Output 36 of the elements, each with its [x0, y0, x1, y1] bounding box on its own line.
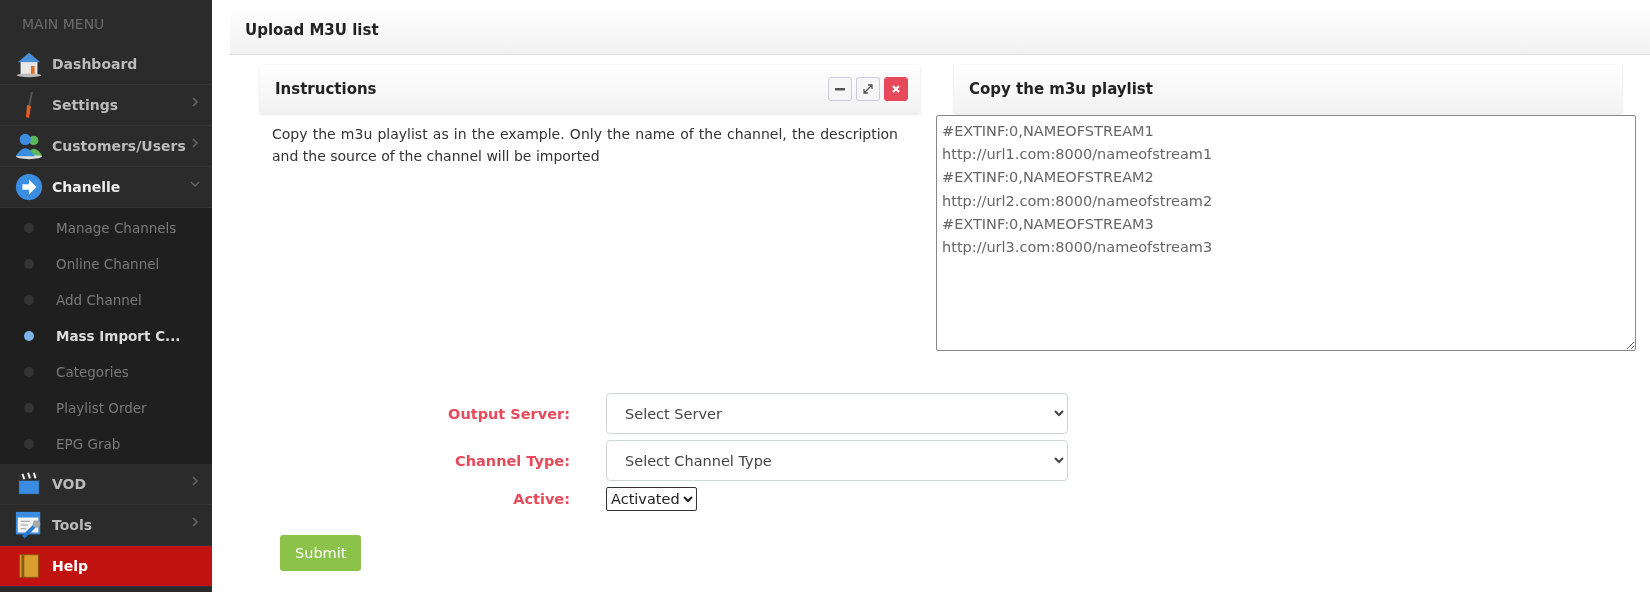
- arrow-circle-icon: [14, 172, 44, 202]
- chevron-down-icon: [190, 179, 200, 189]
- submenu-item[interactable]: EPG Grab: [0, 426, 212, 462]
- users-icon: [14, 131, 44, 161]
- chevron-right-icon: [190, 97, 200, 107]
- sidebar-item[interactable]: Customers/Users: [0, 126, 212, 167]
- submenu-item[interactable]: Add Channel: [0, 282, 212, 318]
- field-label: Output Server:: [447, 405, 570, 422]
- screwdriver-icon: [25, 91, 33, 119]
- close-icon: [890, 83, 902, 95]
- sidebar-item[interactable]: Settings: [0, 85, 212, 126]
- chevron-right-icon: [190, 138, 200, 148]
- submenu-item[interactable]: Mass Import C...: [0, 318, 212, 354]
- sidebar-item[interactable]: Dashboard: [0, 44, 212, 85]
- submenu-item[interactable]: Categories: [0, 354, 212, 390]
- submenu-item[interactable]: Playlist Order: [0, 390, 212, 426]
- instructions-text: Copy the m3u playlist as in the example. Only the name of the channel, the description and the source of the channel will be imported: [271, 125, 899, 167]
- chevron-right-icon: [190, 476, 200, 486]
- minimize-button[interactable]: [828, 77, 852, 101]
- expand-button[interactable]: [856, 77, 880, 101]
- sidebar-item[interactable]: VOD: [0, 464, 212, 505]
- field-label: Channel Type:: [454, 452, 570, 469]
- panel-title: Instructions: [275, 80, 377, 98]
- playlist-textarea[interactable]: #EXTINF:0,NAMEOFSTREAM1 http://url1.com:8000/nameofstream1 #EXTINF:0,NAMEOFSTREAM2 http://url2.com:8000/nameofstream2 #EXTINF:0,NAMEOFSTREAM3 http://url3.com:8000/nameofstream3: [936, 115, 1636, 351]
- expand-icon: [862, 83, 874, 95]
- close-button[interactable]: [884, 77, 908, 101]
- select-field[interactable]: Activated: [606, 487, 697, 511]
- field-label: Active:: [512, 491, 570, 507]
- panel-title: Copy the m3u playlist: [969, 80, 1153, 98]
- select-field[interactable]: Select Channel Type: [606, 440, 1068, 481]
- chevron-right-icon: [190, 517, 200, 527]
- submenu-item[interactable]: Manage Channels: [0, 210, 212, 246]
- menu-heading: MAIN MENU: [21, 15, 106, 34]
- sidebar-item[interactable]: Help: [0, 546, 212, 587]
- select-field[interactable]: Select Server: [606, 393, 1068, 434]
- submenu-item[interactable]: Online Channel: [0, 246, 212, 282]
